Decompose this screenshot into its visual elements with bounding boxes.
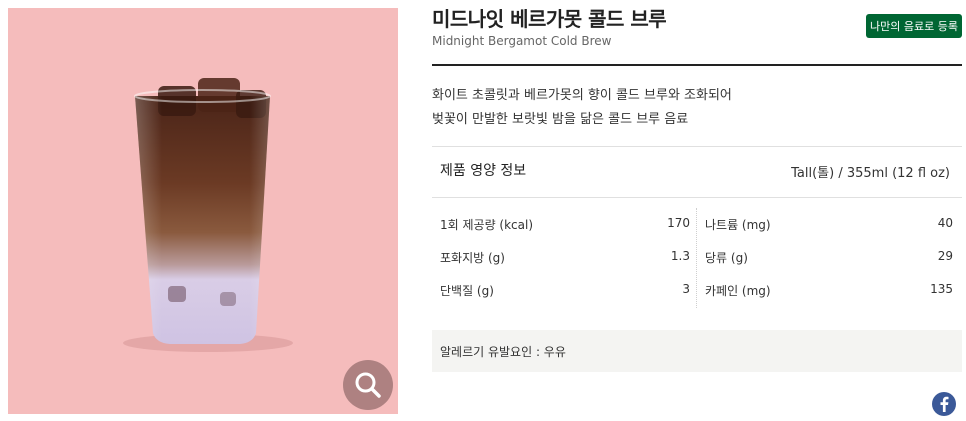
description-line: 화이트 초콜릿과 베르가못의 향이 콜드 브루와 조화되어 bbox=[432, 88, 732, 103]
facebook-icon bbox=[940, 396, 949, 412]
nutrition-label: 카페인 (mg) bbox=[705, 284, 771, 298]
product-subtitle: Midnight Bergamot Cold Brew bbox=[432, 34, 612, 48]
product-detail: 미드나잇 베르가못 콜드 브루 Midnight Bergamot Cold B… bbox=[432, 0, 962, 421]
allergy-info-box: 알레르기 유발요인 : 우유 bbox=[432, 330, 962, 372]
section-divider bbox=[432, 146, 962, 147]
product-image bbox=[8, 8, 398, 414]
title-divider bbox=[432, 64, 962, 66]
allergy-text: 알레르기 유발요인 : 우유 bbox=[440, 345, 566, 359]
nutrition-value: 3 bbox=[682, 282, 690, 296]
magnifier-icon bbox=[355, 372, 381, 398]
nutrition-label: 나트륨 (mg) bbox=[705, 218, 771, 232]
register-favorite-button[interactable]: 나만의 음료로 등록 bbox=[866, 14, 962, 38]
nutrition-label: 당류 (g) bbox=[705, 251, 748, 265]
serving-size: Tall(톨) / 355ml (12 fl oz) bbox=[791, 166, 950, 181]
description-line: 벚꽃이 만발한 보랏빛 밤을 닮은 콜드 브루 음료 bbox=[432, 112, 689, 127]
nutrition-value: 170 bbox=[667, 216, 690, 230]
nutrition-label: 포화지방 (g) bbox=[440, 251, 505, 265]
zoom-button[interactable] bbox=[343, 360, 393, 410]
nutrition-label: 1회 제공량 (kcal) bbox=[440, 218, 534, 232]
facebook-share-button[interactable] bbox=[932, 392, 956, 416]
nutrition-label: 단백질 (g) bbox=[440, 284, 494, 298]
drink-illustration bbox=[123, 78, 293, 352]
nutrition-column-left: 1회 제공량 (kcal) 170 포화지방 (g) 1.3 단백질 (g) 3 bbox=[440, 208, 690, 307]
nutrition-row: 단백질 (g) 3 bbox=[440, 274, 690, 307]
nutrition-value: 40 bbox=[937, 216, 953, 230]
nutrition-heading: 제품 영양 정보 bbox=[440, 163, 527, 179]
product-title: 미드나잇 베르가못 콜드 브루 bbox=[432, 7, 667, 31]
nutrition-column-right: 나트륨 (mg) 40 당류 (g) 29 카페인 (mg) 135 bbox=[705, 208, 953, 307]
nutrition-row: 포화지방 (g) 1.3 bbox=[440, 241, 690, 274]
product-description: 화이트 초콜릿과 베르가못의 향이 콜드 브루와 조화되어 벚꽃이 만발한 보랏… bbox=[432, 84, 952, 132]
section-divider bbox=[432, 197, 962, 198]
column-divider bbox=[696, 208, 697, 308]
nutrition-value: 29 bbox=[937, 249, 953, 263]
nutrition-row: 당류 (g) 29 bbox=[705, 241, 953, 274]
nutrition-value: 1.3 bbox=[670, 249, 690, 263]
nutrition-row: 나트륨 (mg) 40 bbox=[705, 208, 953, 241]
nutrition-row: 카페인 (mg) 135 bbox=[705, 274, 953, 307]
nutrition-row: 1회 제공량 (kcal) 170 bbox=[440, 208, 690, 241]
nutrition-value: 135 bbox=[930, 282, 953, 296]
